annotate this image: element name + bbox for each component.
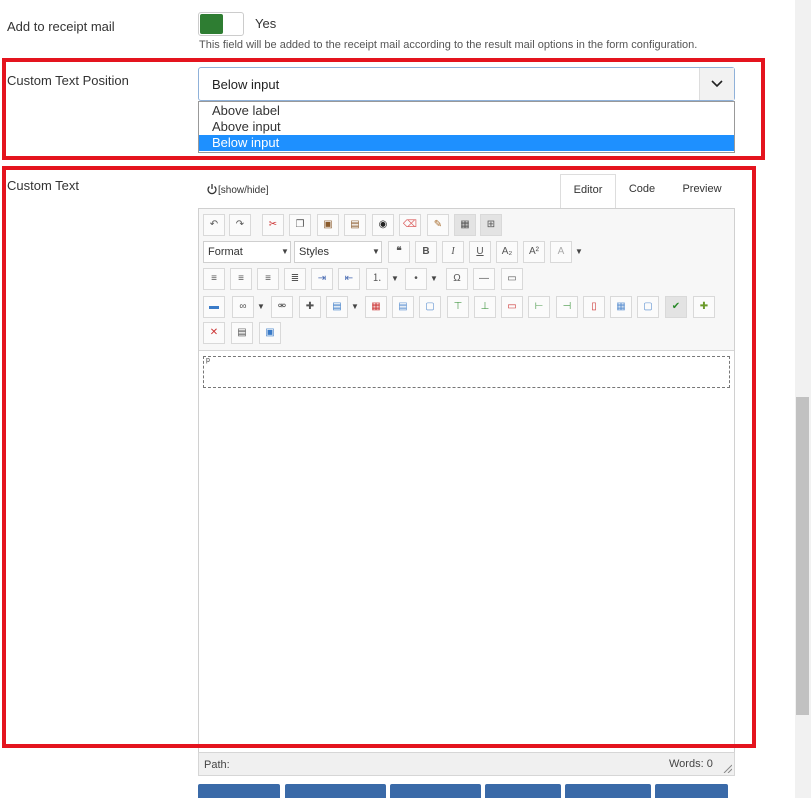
- highlight-box-custom-text: [2, 166, 756, 748]
- word-count: Words: 0: [669, 758, 713, 770]
- bottom-action-button[interactable]: [655, 784, 728, 798]
- bottom-action-button[interactable]: [198, 784, 280, 798]
- bottom-action-button[interactable]: [285, 784, 386, 798]
- bottom-action-button[interactable]: [485, 784, 561, 798]
- receipt-mail-help: This field will be added to the receipt …: [199, 39, 698, 51]
- receipt-mail-toggle[interactable]: [198, 12, 244, 36]
- bottom-action-button[interactable]: [565, 784, 651, 798]
- receipt-mail-label: Add to receipt mail: [7, 19, 115, 34]
- page-scrollbar-thumb[interactable]: [796, 397, 809, 715]
- editor-statusbar: Path: Words: 0: [198, 752, 735, 776]
- path-label: Path:: [204, 759, 230, 771]
- toggle-state-text: Yes: [255, 16, 277, 31]
- highlight-box-position: [2, 58, 765, 160]
- resize-handle-icon: [723, 764, 732, 773]
- toggle-knob: [200, 14, 223, 34]
- bottom-action-button[interactable]: [390, 784, 481, 798]
